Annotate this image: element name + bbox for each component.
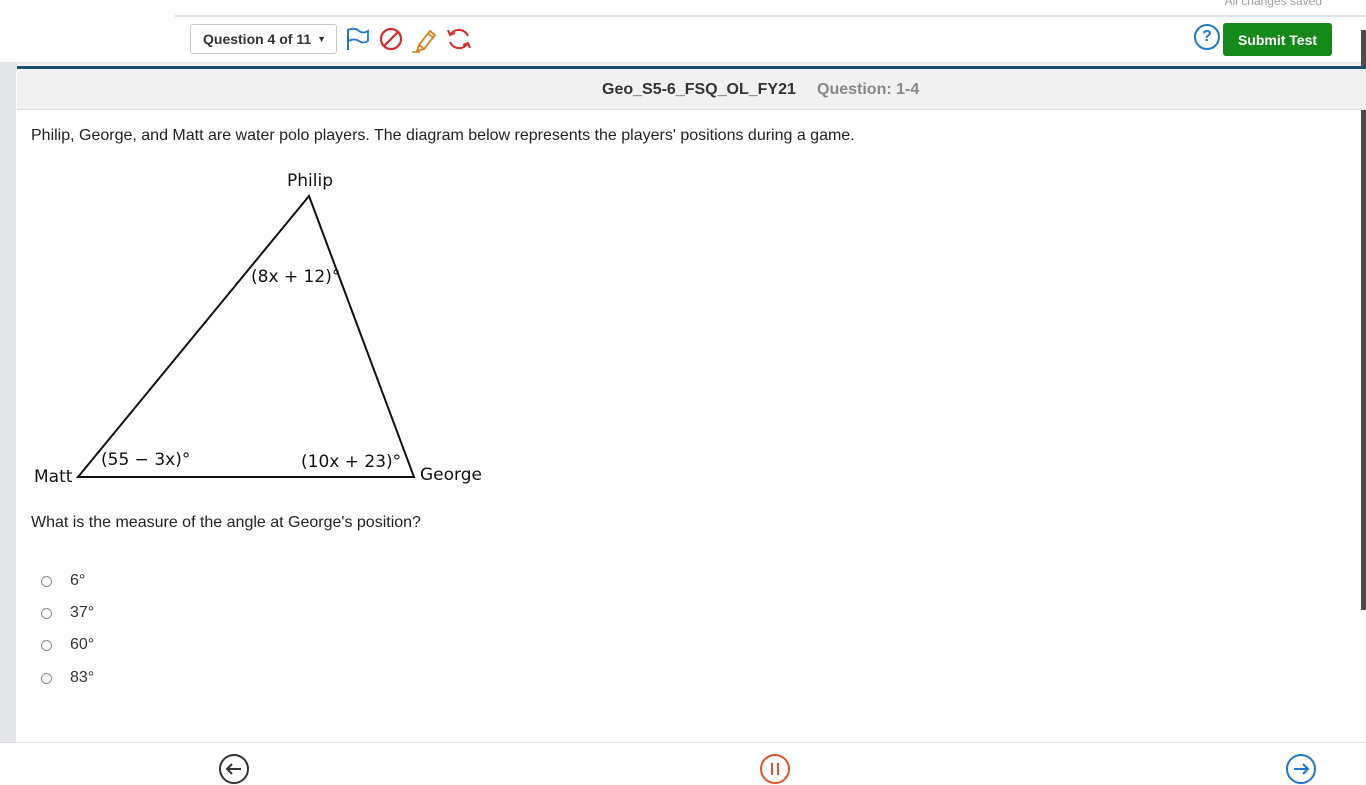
vertex-label-matt: Matt (34, 467, 73, 487)
answer-choice-a[interactable]: 6° (41, 572, 85, 590)
vertex-label-george: George (420, 465, 482, 485)
radio-button[interactable] (41, 639, 52, 651)
vertex-label-philip: Philip (287, 171, 333, 191)
question-code: Question: 1-4 (817, 81, 920, 98)
angle-label-philip: (8x + 12)° (251, 267, 340, 287)
question-selector-dropdown[interactable]: Question 4 of 11 ▼ (190, 24, 337, 54)
triangle-diagram: Philip Matt George (8x + 12)° (55 − 3x)°… (34, 171, 482, 487)
help-button[interactable]: ? (1194, 24, 1220, 50)
radio-button[interactable] (41, 672, 52, 684)
question-prompt: What is the measure of the angle at Geor… (31, 514, 421, 531)
choice-label: 83° (70, 669, 95, 686)
test-name: Geo_S5-6_FSQ_OL_FY21 (602, 81, 796, 98)
answer-choice-b[interactable]: 37° (41, 604, 94, 622)
chevron-down-icon: ▼ (317, 34, 327, 44)
reset-icon[interactable] (445, 25, 473, 53)
save-status: All changes saved (1224, 0, 1322, 8)
triangle-shape (75, 194, 416, 478)
question-stem: Philip, George, and Matt are water polo … (31, 127, 855, 144)
answer-choice-d[interactable]: 83° (41, 669, 94, 687)
question-panel: Geo_S5-6_FSQ_OL_FY21 Question: 1-4 Phili… (17, 66, 1366, 742)
toolbar-divider (175, 15, 1366, 17)
top-toolbar: All changes saved Question 4 of 11 ▼ ? S… (0, 0, 1366, 62)
strikethrough-icon[interactable] (377, 25, 405, 53)
radio-button[interactable] (41, 607, 52, 619)
question-header: Geo_S5-6_FSQ_OL_FY21 Question: 1-4 (17, 69, 1366, 110)
forward-arrow-icon[interactable] (1285, 753, 1317, 785)
question-selector-label: Question 4 of 11 (203, 31, 312, 47)
answer-choice-c[interactable]: 60° (41, 636, 94, 654)
choice-label: 60° (70, 636, 95, 653)
left-gutter (0, 62, 16, 742)
choice-label: 6° (70, 572, 86, 589)
angle-label-george: (10x + 23)° (301, 452, 401, 472)
pause-icon[interactable] (759, 753, 791, 785)
highlighter-icon[interactable] (411, 25, 439, 53)
submit-test-button[interactable]: Submit Test (1223, 23, 1332, 56)
angle-label-matt: (55 − 3x)° (101, 450, 190, 470)
flag-icon[interactable] (343, 25, 371, 53)
radio-button[interactable] (41, 575, 52, 587)
bottom-navigation (0, 742, 1366, 784)
scrollbar[interactable] (1361, 30, 1366, 610)
back-arrow-icon[interactable] (218, 753, 250, 785)
choice-label: 37° (70, 604, 95, 621)
